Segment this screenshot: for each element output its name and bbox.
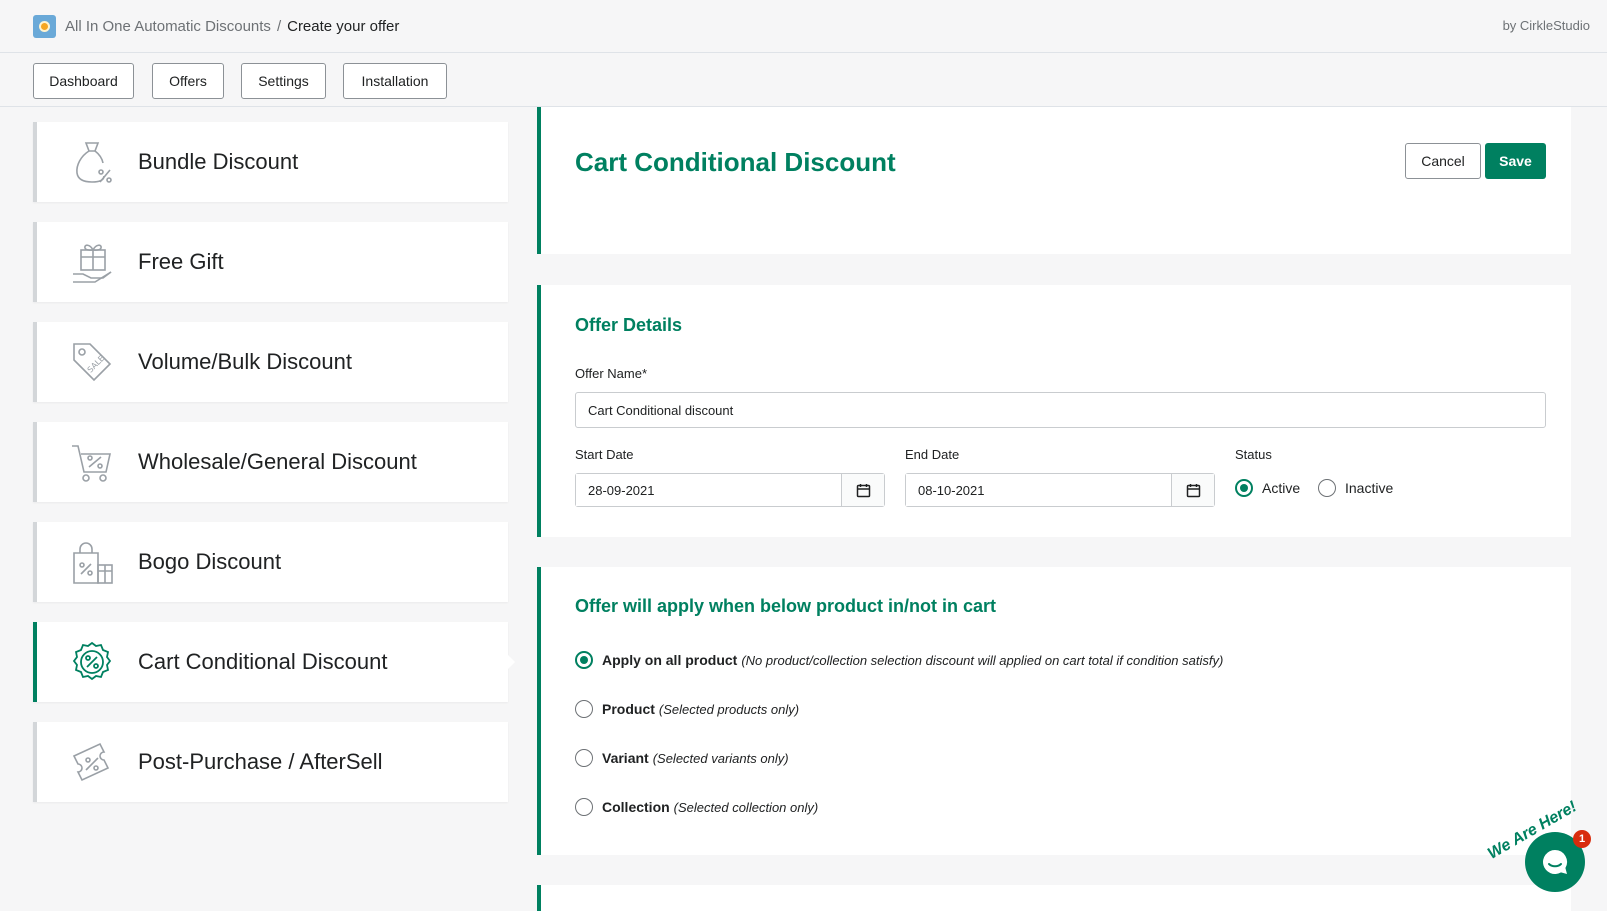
option-hint: (Selected collection only) <box>673 799 819 815</box>
status-inactive-option[interactable]: Inactive <box>1318 479 1393 497</box>
chat-widget[interactable]: We Are Here! 1 <box>1477 790 1602 900</box>
offer-details-card: Offer Details Offer Name* Start Date End… <box>537 285 1571 537</box>
sidebar-item-label: Cart Conditional Discount <box>138 649 388 674</box>
tab-dashboard[interactable]: Dashboard <box>33 63 134 99</box>
end-date-label: End Date <box>905 447 960 462</box>
sidebar-item-bundle-discount[interactable]: Bundle Discount <box>33 122 508 202</box>
apply-collection-radio[interactable] <box>575 798 593 816</box>
apply-product-radio[interactable] <box>575 700 593 718</box>
start-date-input[interactable] <box>576 474 841 506</box>
sidebar-item-label: Volume/Bulk Discount <box>138 349 352 374</box>
cart-percent-icon <box>69 439 115 485</box>
gift-hand-icon <box>69 239 115 285</box>
apply-all-product-option[interactable]: Apply on all product (No product/collect… <box>575 651 1223 669</box>
coupon-percent-icon <box>69 739 115 785</box>
money-bag-percent-icon <box>69 139 115 185</box>
status-label: Status <box>1235 447 1272 462</box>
option-hint: (No product/collection selection discoun… <box>741 652 1224 668</box>
sidebar-item-post-purchase-aftersell[interactable]: Post-Purchase / AfterSell <box>33 722 508 802</box>
option-hint: (Selected products only) <box>658 701 800 717</box>
end-date-input[interactable] <box>906 474 1171 506</box>
cancel-button[interactable]: Cancel <box>1405 143 1481 179</box>
developer-byline: by CirkleStudio <box>1502 18 1590 33</box>
percent-badge-icon <box>69 639 115 685</box>
apply-condition-heading: Offer will apply when below product in/n… <box>575 596 997 616</box>
sidebar-item-bogo-discount[interactable]: Bogo Discount <box>33 522 508 602</box>
chat-unread-badge: 1 <box>1573 830 1591 848</box>
nav-bar: Dashboard Offers Settings Installation <box>0 53 1607 107</box>
status-active-option[interactable]: Active <box>1235 479 1300 497</box>
calendar-icon <box>1186 483 1200 497</box>
tab-offers[interactable]: Offers <box>152 63 224 99</box>
apply-variant-option[interactable]: Variant (Selected variants only) <box>575 749 789 767</box>
status-active-label: Active <box>1262 480 1301 496</box>
save-button[interactable]: Save <box>1485 143 1546 179</box>
option-label: Apply on all product <box>602 652 738 668</box>
offer-name-input[interactable] <box>575 392 1546 428</box>
offer-details-heading: Offer Details <box>575 315 683 335</box>
page-title: Cart Conditional Discount <box>575 147 896 177</box>
calendar-icon <box>856 483 870 497</box>
offer-name-label: Offer Name* <box>575 366 648 381</box>
status-inactive-label: Inactive <box>1345 480 1394 496</box>
sidebar-item-cart-conditional-discount[interactable]: Cart Conditional Discount <box>33 622 515 702</box>
end-date-field <box>905 473 1215 507</box>
top-bar: All In One Automatic Discounts / Create … <box>0 0 1607 53</box>
shopping-bag-gift-icon <box>69 539 115 585</box>
chat-bubble-icon <box>1543 850 1568 874</box>
option-label: Product <box>602 701 655 717</box>
apply-product-option[interactable]: Product (Selected products only) <box>575 700 799 718</box>
start-date-label: Start Date <box>575 447 634 462</box>
status-inactive-radio[interactable] <box>1318 479 1336 497</box>
option-hint: (Selected variants only) <box>652 750 789 766</box>
app-logo-icon <box>33 14 56 38</box>
tab-settings[interactable]: Settings <box>241 63 326 99</box>
apply-collection-option[interactable]: Collection (Selected collection only) <box>575 798 818 816</box>
breadcrumb-separator: / <box>276 17 282 35</box>
apply-variant-radio[interactable] <box>575 749 593 767</box>
apply-condition-card: Offer will apply when below product in/n… <box>537 567 1571 855</box>
sale-tag-icon: SALE <box>69 339 115 385</box>
breadcrumb-page-title: Create your offer <box>287 17 400 35</box>
sidebar-item-wholesale-general-discount[interactable]: Wholesale/General Discount <box>33 422 508 502</box>
sidebar-item-volume-bulk-discount[interactable]: SALE Volume/Bulk Discount <box>33 322 508 402</box>
sidebar-item-label: Free Gift <box>138 249 224 274</box>
start-date-calendar-button[interactable] <box>841 474 884 506</box>
status-active-radio[interactable] <box>1235 479 1253 497</box>
sidebar-item-label: Bogo Discount <box>138 549 282 574</box>
option-label: Collection <box>602 799 670 815</box>
offer-title-card: Cart Conditional Discount Cancel Save <box>537 107 1571 254</box>
sidebar-item-label: Wholesale/General Discount <box>138 449 417 474</box>
sidebar-item-label: Bundle Discount <box>138 149 299 174</box>
sidebar-item-label: Post-Purchase / AfterSell <box>138 749 383 774</box>
option-label: Variant <box>602 750 649 766</box>
next-section-card <box>537 885 1571 911</box>
apply-all-product-radio[interactable] <box>575 651 593 669</box>
breadcrumb-app-name[interactable]: All In One Automatic Discounts <box>65 18 271 35</box>
start-date-field <box>575 473 885 507</box>
end-date-calendar-button[interactable] <box>1171 474 1214 506</box>
tab-installation[interactable]: Installation <box>343 63 447 99</box>
sidebar-item-free-gift[interactable]: Free Gift <box>33 222 508 302</box>
